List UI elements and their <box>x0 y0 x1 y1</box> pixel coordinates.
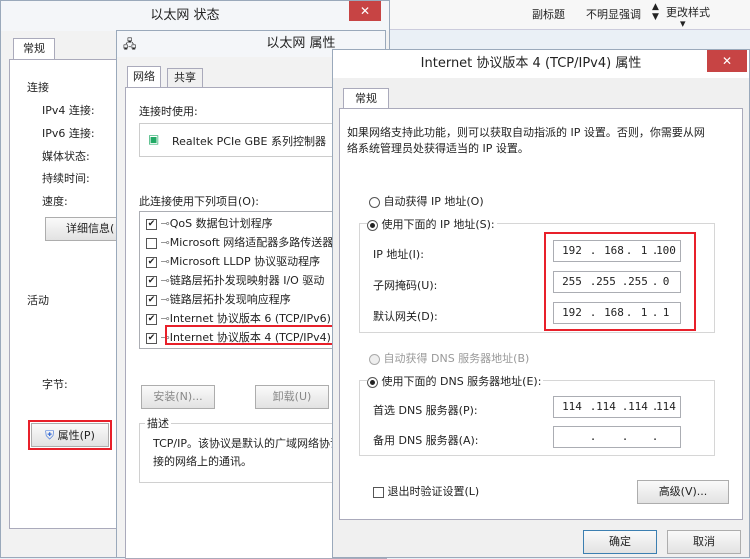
ip-fields-highlight <box>544 232 696 331</box>
properties-highlight <box>28 420 112 450</box>
tab-sharing[interactable]: 共享 <box>167 68 203 88</box>
item-icon: ⊸ <box>160 255 170 268</box>
item-checkbox[interactable] <box>146 237 157 249</box>
item-label: QoS 数据包计划程序 <box>169 217 273 230</box>
item-icon: ⊸ <box>160 236 170 249</box>
item-label: 链路层拓扑发现映射器 I/O 驱动 <box>169 274 325 287</box>
details-button[interactable]: 详细信息( <box>45 217 123 241</box>
ipv4-close-button[interactable]: ✕ <box>707 50 747 72</box>
props-window-title: 以太网 属性 <box>266 36 336 51</box>
change-styles-arrow-icon[interactable]: ▾ <box>680 17 686 30</box>
section-activity: 活动 <box>27 294 49 307</box>
network-icon: 🖧 <box>123 37 137 51</box>
auto-ip-radio[interactable]: 自动获得 IP 地址(O) <box>369 193 484 209</box>
alternate-dns-label: 备用 DNS 服务器(A): <box>373 434 479 447</box>
validate-on-exit[interactable]: 退出时验证设置(L) <box>373 483 479 499</box>
validate-checkbox[interactable] <box>373 486 384 498</box>
install-button[interactable]: 安装(N)... <box>141 385 215 409</box>
pdns-octet-2[interactable]: 114 <box>588 400 624 413</box>
list-item[interactable]: ✔ ⊸QoS 数据包计划程序 <box>146 215 273 233</box>
item-checkbox[interactable]: ✔ <box>146 256 157 268</box>
status-close-button[interactable]: ✕ <box>349 1 381 21</box>
ipv4-connection-label: IPv4 连接: <box>42 104 95 117</box>
list-item[interactable]: ✔ ⊸Microsoft LLDP 协议驱动程序 <box>146 253 320 271</box>
bytes-label: 字节: <box>42 378 68 391</box>
item-icon: ⊸ <box>160 217 170 230</box>
style-subtle-emphasis[interactable]: 不明显强调 <box>586 6 641 22</box>
item-label: 链路层拓扑发现响应程序 <box>169 293 291 306</box>
auto-ip-label: 自动获得 IP 地址(O) <box>383 195 484 208</box>
radio-auto-ip[interactable] <box>369 196 380 208</box>
intro-text-1: 如果网络支持此功能，则可以获取自动指派的 IP 设置。否则，你需要从网 <box>347 126 705 139</box>
advanced-button[interactable]: 高级(V)... <box>637 480 729 504</box>
adns-dot: . <box>621 430 629 443</box>
status-window-title: 以太网 状态 <box>150 8 220 23</box>
ipv4-title-bar: Internet 协议版本 4 (TCP/IPv4) 属性 <box>333 50 749 78</box>
item-checkbox[interactable]: ✔ <box>146 294 157 306</box>
item-icon: ⊸ <box>160 312 170 325</box>
manual-dns-label: 使用下面的 DNS 服务器地址(E): <box>381 375 542 388</box>
tab-network[interactable]: 网络 <box>127 66 161 88</box>
ip-address-label: IP 地址(I): <box>373 248 424 261</box>
ipv4-item-highlight <box>165 325 341 345</box>
radio-manual-ip[interactable] <box>367 219 378 231</box>
ipv4-tab-general[interactable]: 常规 <box>343 88 389 110</box>
connect-using-label: 连接时使用: <box>139 105 198 118</box>
manual-dns-radio[interactable]: 使用下面的 DNS 服务器地址(E): <box>367 373 544 389</box>
description-text-1: TCP/IP。该协议是默认的广域网络协议 <box>153 437 337 450</box>
pdns-octet-4[interactable]: 114 <box>648 400 684 413</box>
radio-manual-dns[interactable] <box>367 376 378 388</box>
section-connection: 连接 <box>27 81 49 94</box>
auto-dns-label: 自动获得 DNS 服务器地址(B) <box>383 352 530 365</box>
list-item[interactable]: ✔ ⊸链路层拓扑发现响应程序 <box>146 291 291 309</box>
validate-label: 退出时验证设置(L) <box>387 485 480 498</box>
style-subtitle[interactable]: 副标题 <box>532 6 565 22</box>
subnet-mask-label: 子网掩码(U): <box>373 279 438 292</box>
status-tab-general[interactable]: 常规 <box>13 38 55 60</box>
ipv6-connection-label: IPv6 连接: <box>42 127 95 140</box>
adapter-icon: ▣ <box>148 132 160 146</box>
item-icon: ⊸ <box>160 293 170 306</box>
cancel-button[interactable]: 取消 <box>667 530 741 554</box>
manual-ip-label: 使用下面的 IP 地址(S): <box>381 218 495 231</box>
status-title-bar: 以太网 状态 <box>1 1 389 31</box>
pdns-octet-1[interactable]: 114 <box>554 400 590 413</box>
change-styles-button[interactable]: 更改样式 <box>666 4 710 20</box>
item-label: Microsoft LLDP 协议驱动程序 <box>169 255 321 268</box>
speed-label: 速度: <box>42 195 68 208</box>
description-text-2: 接的网络上的通讯。 <box>153 455 252 468</box>
item-label: Internet 协议版本 6 (TCP/IPv6) <box>169 312 331 325</box>
item-checkbox[interactable]: ✔ <box>146 218 157 230</box>
adapter-box: ▣ Realtek PCIe GBE 系列控制器 <box>139 123 339 157</box>
radio-auto-dns[interactable] <box>369 353 380 365</box>
list-item[interactable]: ⊸Microsoft 网络适配器多路传送器 <box>146 234 333 252</box>
list-item[interactable]: ✔ ⊸链路层拓扑发现映射器 I/O 驱动 <box>146 272 324 290</box>
media-state-label: 媒体状态: <box>42 150 90 163</box>
word-ribbon: 副标题 不明显强调 ▲ ▼ 更改样式 ▾ <box>380 0 750 30</box>
item-checkbox[interactable]: ✔ <box>146 275 157 287</box>
intro-text-2: 络系统管理员处获得适当的 IP 设置。 <box>347 142 529 155</box>
description-label: 描述 <box>145 415 171 431</box>
uninstall-button[interactable]: 卸载(U) <box>255 385 329 409</box>
gateway-label: 默认网关(D): <box>373 310 438 323</box>
preferred-dns-field[interactable]: 114. 114. 114. 114 <box>553 396 681 418</box>
items-label: 此连接使用下列项目(O): <box>139 195 259 208</box>
styles-scroll[interactable]: ▲ ▼ <box>652 2 659 22</box>
duration-label: 持续时间: <box>42 172 90 185</box>
auto-dns-radio[interactable]: 自动获得 DNS 服务器地址(B) <box>369 350 529 366</box>
ok-button[interactable]: 确定 <box>583 530 657 554</box>
adns-dot: . <box>589 430 597 443</box>
item-icon: ⊸ <box>160 274 170 287</box>
ipv4-dialog-title: Internet 协议版本 4 (TCP/IPv4) 属性 <box>420 56 642 71</box>
manual-ip-radio[interactable]: 使用下面的 IP 地址(S): <box>367 216 497 232</box>
item-checkbox[interactable]: ✔ <box>146 332 157 344</box>
preferred-dns-label: 首选 DNS 服务器(P): <box>373 404 478 417</box>
ipv4-properties-dialog: Internet 协议版本 4 (TCP/IPv4) 属性 ✕ 常规 如果网络支… <box>332 49 750 558</box>
adns-dot: . <box>651 430 659 443</box>
adapter-name: Realtek PCIe GBE 系列控制器 <box>172 135 326 148</box>
item-label: Microsoft 网络适配器多路传送器 <box>169 236 334 249</box>
alternate-dns-field[interactable]: . . . <box>553 426 681 448</box>
item-checkbox[interactable]: ✔ <box>146 313 157 325</box>
